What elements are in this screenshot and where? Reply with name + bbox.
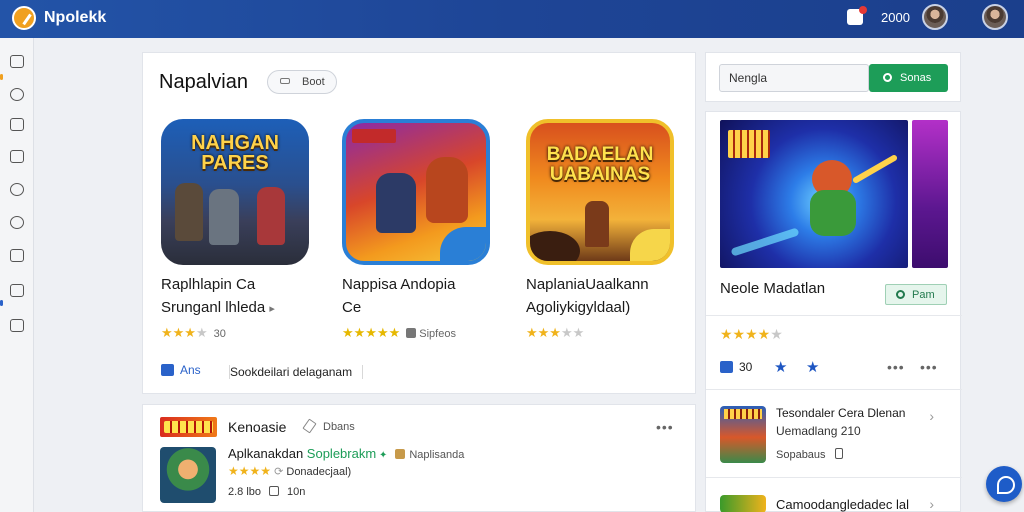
- search-button[interactable]: Sonas: [869, 64, 948, 92]
- chat-fab-button[interactable]: [986, 466, 1022, 502]
- chat-icon[interactable]: [10, 88, 24, 101]
- more-icon[interactable]: •••: [656, 419, 674, 435]
- star-icon[interactable]: ★: [774, 358, 787, 376]
- app-icon[interactable]: NAHGAN PARES: [161, 119, 309, 265]
- app-icon[interactable]: [342, 119, 490, 265]
- chevron-right-icon[interactable]: ›: [929, 408, 934, 424]
- featured-card: Neole Madatlan Pam ★★★★★ 30 ★ ★ ••• ••• …: [705, 111, 962, 512]
- search-input[interactable]: [719, 64, 869, 92]
- top-bar: Npolekk 2000: [0, 0, 1024, 38]
- key-icon: [280, 78, 290, 84]
- profile-avatar[interactable]: [982, 4, 1008, 30]
- rating-stars: ★★★★★ Sipfeos: [342, 325, 456, 340]
- rating-stars: ★★★★★: [526, 325, 585, 340]
- app-card[interactable]: BADAELAN UABAINAS NaplaniaUaalkann Agoli…: [526, 119, 686, 359]
- list-item[interactable]: Tesondaler Cera Dlenan Uemadlang 210 Sop…: [720, 406, 948, 466]
- thumbs-up-icon: [720, 361, 733, 373]
- divider: [706, 315, 962, 316]
- app-thumbnail: [720, 495, 766, 512]
- app-thumbnail[interactable]: [160, 447, 216, 503]
- featured-button[interactable]: Pam: [885, 284, 947, 305]
- app-subtitle: Srunganl lhleda ▸: [161, 299, 275, 316]
- section-title: Napalvian: [159, 71, 248, 93]
- more-icon[interactable]: •••: [887, 359, 905, 375]
- featured-title[interactable]: Neole Madatlan: [720, 280, 825, 297]
- apps-card: Napalvian Boot NAHGAN PARES Raplhlapin C…: [142, 52, 696, 394]
- rating-stars: ★★★★ 30: [161, 325, 226, 340]
- list-item[interactable]: Camoodangledadec lal ›: [720, 495, 948, 512]
- bell-icon[interactable]: [10, 183, 24, 196]
- home-icon[interactable]: [10, 55, 24, 68]
- list-item-title: Tesondaler Cera Dlenan: [776, 406, 906, 420]
- search-card: Sonas: [705, 52, 961, 102]
- footer-link[interactable]: Sookdeilari delaganam: [229, 365, 364, 379]
- list-icon[interactable]: [10, 249, 24, 262]
- app-thumbnail: [720, 406, 766, 463]
- star-icon[interactable]: ★: [806, 358, 819, 376]
- sidebar: [0, 38, 34, 512]
- points-counter: 2000: [881, 10, 910, 25]
- logo-icon[interactable]: [12, 6, 36, 30]
- app-card[interactable]: NAHGAN PARES Raplhlapin Ca Srunganl lhle…: [161, 119, 321, 359]
- activity-card: Kenoasie Dbans ••• Aplkanakdan Soplebrak…: [142, 404, 696, 512]
- image-icon[interactable]: [10, 319, 24, 332]
- rating-stars: ★★★★★: [720, 326, 783, 342]
- active-indicator: [0, 74, 3, 80]
- brand-name[interactable]: Npolekk: [44, 9, 106, 27]
- thumbs-up-icon: [269, 486, 280, 496]
- like-button[interactable]: Ans: [161, 363, 201, 377]
- chevron-right-icon[interactable]: ›: [929, 496, 934, 512]
- thumbs-up-icon: [161, 364, 174, 376]
- avatar[interactable]: [922, 4, 948, 30]
- app-subtitle: Ce: [342, 299, 362, 316]
- calendar-icon[interactable]: [10, 284, 24, 297]
- filter-button[interactable]: Boot: [267, 70, 337, 94]
- app-card[interactable]: Nappisa Andopia Ce ★★★★★ Sipfeos: [342, 119, 502, 359]
- active-indicator: [0, 300, 3, 306]
- app-subtitle: Agoliykigyldaal): [526, 299, 631, 316]
- like-button[interactable]: 30: [720, 360, 752, 374]
- card-title: Kenoasie: [228, 419, 287, 435]
- app-name[interactable]: NaplaniaUaalkann: [526, 276, 649, 293]
- divider: [706, 477, 962, 478]
- game-badge: [160, 417, 217, 437]
- search-icon: [896, 290, 905, 299]
- divider: [706, 389, 962, 390]
- notification-icon[interactable]: [847, 6, 867, 25]
- card-meta: Dbans: [323, 421, 355, 433]
- app-name[interactable]: Nappisa Andopia: [342, 276, 455, 293]
- list-item-title: Camoodangledadec lal: [776, 497, 909, 512]
- activity-rating: ★★★★ ⟳ Donadecjaal): [228, 464, 352, 478]
- search-icon: [883, 73, 892, 82]
- activity-stats: 2.8 lbo 10n: [228, 486, 306, 498]
- list-item-meta: Sopabaus: [776, 448, 843, 461]
- edit-icon[interactable]: [302, 418, 317, 434]
- app-icon[interactable]: BADAELAN UABAINAS: [526, 119, 674, 265]
- tag-icon[interactable]: [10, 216, 24, 229]
- app-name[interactable]: Raplhlapin Ca: [161, 276, 255, 293]
- featured-banner-next[interactable]: [912, 120, 948, 268]
- more-icon[interactable]: •••: [920, 359, 938, 375]
- activity-line: Aplkanakdan Soplebrakm ✦ Naplisanda: [228, 446, 465, 461]
- terminal-icon[interactable]: [10, 118, 24, 131]
- list-item-subtitle: Uemadlang 210: [776, 424, 861, 438]
- app-icon-small: [395, 449, 406, 459]
- inbox-icon[interactable]: [10, 150, 24, 163]
- featured-banner[interactable]: [720, 120, 908, 268]
